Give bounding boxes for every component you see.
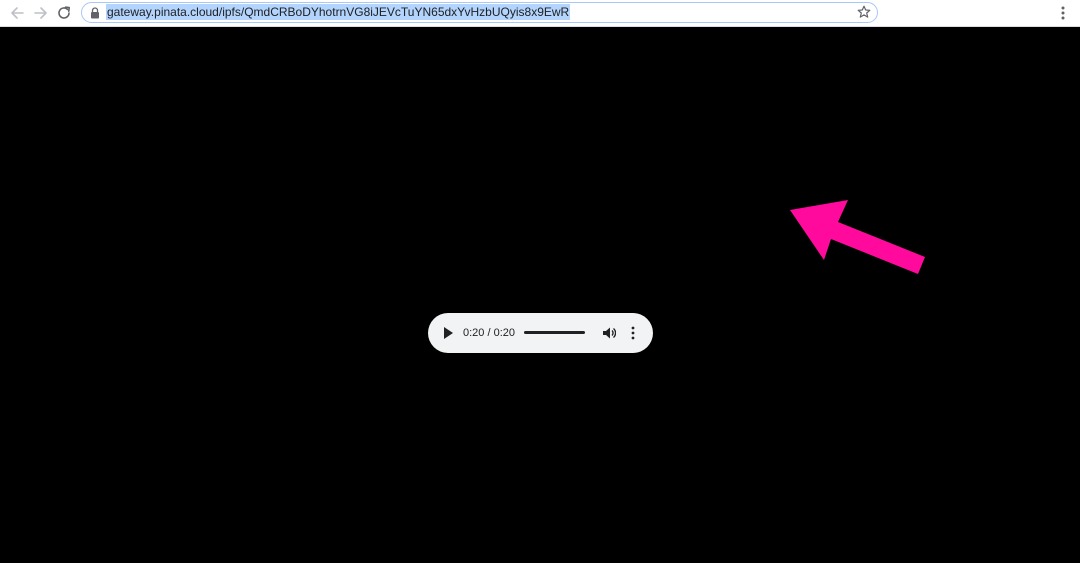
- annotation-arrow-shape: [790, 200, 925, 274]
- three-dots-vertical-icon[interactable]: [1056, 5, 1070, 21]
- browser-toolbar: gateway.pinata.cloud/ipfs/QmdCRBoDYhotrn…: [0, 0, 1080, 27]
- url-text[interactable]: gateway.pinata.cloud/ipfs/QmdCRBoDYhotrn…: [106, 4, 571, 20]
- audio-player[interactable]: 0:20 / 0:20: [428, 313, 653, 353]
- play-icon[interactable]: [442, 326, 454, 340]
- progress-slider[interactable]: [524, 331, 585, 334]
- reload-button[interactable]: [55, 4, 73, 22]
- time-display: 0:20 / 0:20: [463, 327, 515, 339]
- arrow-left-icon: [11, 7, 24, 19]
- page-viewport: 0:20 / 0:20: [0, 27, 1080, 563]
- address-bar[interactable]: gateway.pinata.cloud/ipfs/QmdCRBoDYhotrn…: [81, 2, 878, 23]
- star-outline-icon[interactable]: [857, 5, 871, 19]
- back-button[interactable]: [8, 4, 26, 22]
- lock-icon[interactable]: [90, 7, 100, 19]
- reload-icon: [58, 6, 70, 19]
- forward-button[interactable]: [32, 4, 50, 22]
- volume-icon[interactable]: [602, 326, 616, 340]
- annotation-arrow: [790, 200, 925, 274]
- progress-fill: [524, 331, 585, 334]
- arrow-right-icon: [34, 7, 47, 19]
- more-vertical-icon[interactable]: [628, 326, 638, 340]
